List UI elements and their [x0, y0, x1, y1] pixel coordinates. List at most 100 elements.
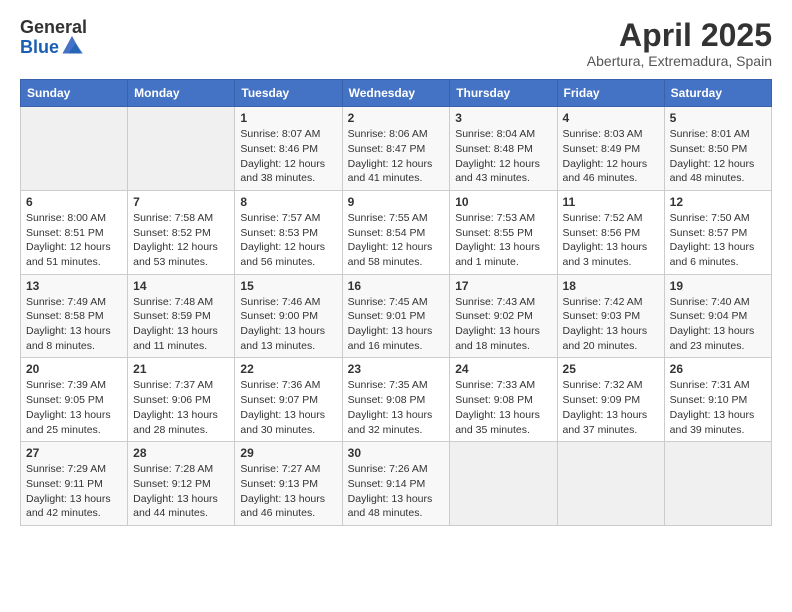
- header-friday: Friday: [557, 80, 664, 107]
- day-sunrise: Sunrise: 7:43 AM: [455, 296, 535, 308]
- calendar-cell: 25 Sunrise: 7:32 AM Sunset: 9:09 PM Dayl…: [557, 358, 664, 442]
- day-sunset: Sunset: 8:49 PM: [563, 143, 641, 155]
- day-sunset: Sunset: 9:11 PM: [26, 478, 103, 490]
- calendar-week-row: 27 Sunrise: 7:29 AM Sunset: 9:11 PM Dayl…: [21, 442, 772, 526]
- day-number: 26: [670, 362, 766, 376]
- day-sunset: Sunset: 9:09 PM: [563, 394, 641, 406]
- day-number: 29: [240, 446, 336, 460]
- calendar-cell: 24 Sunrise: 7:33 AM Sunset: 9:08 PM Dayl…: [450, 358, 557, 442]
- day-daylight: Daylight: 13 hours and 32 minutes.: [348, 409, 433, 436]
- day-sunset: Sunset: 8:50 PM: [670, 143, 748, 155]
- day-daylight: Daylight: 12 hours and 56 minutes.: [240, 241, 325, 268]
- day-number: 25: [563, 362, 659, 376]
- calendar-cell: 19 Sunrise: 7:40 AM Sunset: 9:04 PM Dayl…: [664, 274, 771, 358]
- day-sunrise: Sunrise: 7:33 AM: [455, 379, 535, 391]
- calendar-cell: 23 Sunrise: 7:35 AM Sunset: 9:08 PM Dayl…: [342, 358, 450, 442]
- day-number: 1: [240, 111, 336, 125]
- calendar-cell: [450, 442, 557, 526]
- day-daylight: Daylight: 12 hours and 41 minutes.: [348, 158, 433, 185]
- calendar-cell: 2 Sunrise: 8:06 AM Sunset: 8:47 PM Dayli…: [342, 107, 450, 191]
- day-sunrise: Sunrise: 8:07 AM: [240, 128, 320, 140]
- calendar-cell: 17 Sunrise: 7:43 AM Sunset: 9:02 PM Dayl…: [450, 274, 557, 358]
- day-number: 17: [455, 279, 551, 293]
- day-sunset: Sunset: 8:47 PM: [348, 143, 426, 155]
- day-sunset: Sunset: 9:00 PM: [240, 310, 318, 322]
- day-number: 5: [670, 111, 766, 125]
- calendar-cell: 8 Sunrise: 7:57 AM Sunset: 8:53 PM Dayli…: [235, 190, 342, 274]
- day-daylight: Daylight: 13 hours and 46 minutes.: [240, 493, 325, 520]
- day-daylight: Daylight: 13 hours and 30 minutes.: [240, 409, 325, 436]
- day-number: 4: [563, 111, 659, 125]
- day-sunset: Sunset: 9:04 PM: [670, 310, 748, 322]
- calendar-week-row: 1 Sunrise: 8:07 AM Sunset: 8:46 PM Dayli…: [21, 107, 772, 191]
- day-daylight: Daylight: 12 hours and 46 minutes.: [563, 158, 648, 185]
- day-daylight: Daylight: 12 hours and 43 minutes.: [455, 158, 540, 185]
- day-daylight: Daylight: 12 hours and 53 minutes.: [133, 241, 218, 268]
- calendar-cell: 15 Sunrise: 7:46 AM Sunset: 9:00 PM Dayl…: [235, 274, 342, 358]
- day-daylight: Daylight: 13 hours and 44 minutes.: [133, 493, 218, 520]
- day-sunrise: Sunrise: 7:36 AM: [240, 379, 320, 391]
- day-sunrise: Sunrise: 7:39 AM: [26, 379, 106, 391]
- day-sunrise: Sunrise: 7:45 AM: [348, 296, 428, 308]
- day-number: 21: [133, 362, 229, 376]
- header-tuesday: Tuesday: [235, 80, 342, 107]
- calendar-week-row: 6 Sunrise: 8:00 AM Sunset: 8:51 PM Dayli…: [21, 190, 772, 274]
- day-number: 11: [563, 195, 659, 209]
- day-sunrise: Sunrise: 7:58 AM: [133, 212, 213, 224]
- calendar-cell: 12 Sunrise: 7:50 AM Sunset: 8:57 PM Dayl…: [664, 190, 771, 274]
- day-sunset: Sunset: 9:06 PM: [133, 394, 211, 406]
- day-sunrise: Sunrise: 7:50 AM: [670, 212, 750, 224]
- day-sunset: Sunset: 9:12 PM: [133, 478, 211, 490]
- calendar-cell: 22 Sunrise: 7:36 AM Sunset: 9:07 PM Dayl…: [235, 358, 342, 442]
- day-number: 30: [348, 446, 445, 460]
- day-daylight: Daylight: 13 hours and 11 minutes.: [133, 325, 218, 352]
- day-sunrise: Sunrise: 8:00 AM: [26, 212, 106, 224]
- day-sunset: Sunset: 8:59 PM: [133, 310, 211, 322]
- day-number: 8: [240, 195, 336, 209]
- day-number: 12: [670, 195, 766, 209]
- calendar-week-row: 20 Sunrise: 7:39 AM Sunset: 9:05 PM Dayl…: [21, 358, 772, 442]
- calendar-cell: 20 Sunrise: 7:39 AM Sunset: 9:05 PM Dayl…: [21, 358, 128, 442]
- calendar-cell: 6 Sunrise: 8:00 AM Sunset: 8:51 PM Dayli…: [21, 190, 128, 274]
- day-sunrise: Sunrise: 8:06 AM: [348, 128, 428, 140]
- day-sunset: Sunset: 9:01 PM: [348, 310, 426, 322]
- day-sunrise: Sunrise: 7:28 AM: [133, 463, 213, 475]
- day-number: 20: [26, 362, 122, 376]
- logo: General Blue: [20, 18, 87, 58]
- day-daylight: Daylight: 13 hours and 28 minutes.: [133, 409, 218, 436]
- day-sunset: Sunset: 8:52 PM: [133, 227, 211, 239]
- day-number: 16: [348, 279, 445, 293]
- day-daylight: Daylight: 13 hours and 48 minutes.: [348, 493, 433, 520]
- day-sunset: Sunset: 8:55 PM: [455, 227, 533, 239]
- day-sunset: Sunset: 8:53 PM: [240, 227, 318, 239]
- calendar-cell: [128, 107, 235, 191]
- day-sunrise: Sunrise: 7:49 AM: [26, 296, 106, 308]
- day-sunrise: Sunrise: 7:52 AM: [563, 212, 643, 224]
- day-daylight: Daylight: 13 hours and 20 minutes.: [563, 325, 648, 352]
- day-sunset: Sunset: 9:14 PM: [348, 478, 426, 490]
- day-sunrise: Sunrise: 7:29 AM: [26, 463, 106, 475]
- header: General Blue April 2025 Abertura, Extrem…: [20, 18, 772, 69]
- day-sunset: Sunset: 9:05 PM: [26, 394, 104, 406]
- title-block: April 2025 Abertura, Extremadura, Spain: [587, 18, 772, 69]
- calendar-cell: 21 Sunrise: 7:37 AM Sunset: 9:06 PM Dayl…: [128, 358, 235, 442]
- day-sunrise: Sunrise: 7:48 AM: [133, 296, 213, 308]
- day-daylight: Daylight: 13 hours and 3 minutes.: [563, 241, 648, 268]
- day-daylight: Daylight: 12 hours and 48 minutes.: [670, 158, 755, 185]
- calendar-cell: [21, 107, 128, 191]
- calendar-table: Sunday Monday Tuesday Wednesday Thursday…: [20, 79, 772, 526]
- calendar-cell: 5 Sunrise: 8:01 AM Sunset: 8:50 PM Dayli…: [664, 107, 771, 191]
- day-daylight: Daylight: 13 hours and 8 minutes.: [26, 325, 111, 352]
- calendar-cell: 29 Sunrise: 7:27 AM Sunset: 9:13 PM Dayl…: [235, 442, 342, 526]
- header-saturday: Saturday: [664, 80, 771, 107]
- day-sunset: Sunset: 8:46 PM: [240, 143, 318, 155]
- day-sunrise: Sunrise: 7:42 AM: [563, 296, 643, 308]
- day-daylight: Daylight: 13 hours and 23 minutes.: [670, 325, 755, 352]
- calendar-cell: 14 Sunrise: 7:48 AM Sunset: 8:59 PM Dayl…: [128, 274, 235, 358]
- day-daylight: Daylight: 13 hours and 39 minutes.: [670, 409, 755, 436]
- logo-blue-text: Blue: [20, 38, 59, 58]
- day-sunset: Sunset: 9:08 PM: [348, 394, 426, 406]
- day-sunset: Sunset: 8:51 PM: [26, 227, 104, 239]
- logo-icon: [61, 33, 83, 55]
- day-daylight: Daylight: 13 hours and 18 minutes.: [455, 325, 540, 352]
